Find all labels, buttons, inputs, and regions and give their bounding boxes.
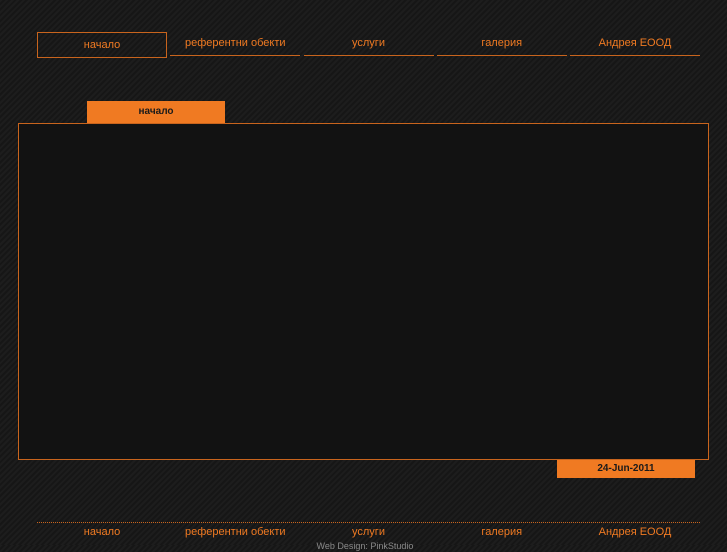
page-title-tab: начало [87, 101, 225, 123]
footer-item-home[interactable]: начало [37, 524, 167, 540]
nav-item-gallery[interactable]: галерия [436, 32, 567, 56]
nav-item-home[interactable]: начало [37, 32, 167, 58]
footer-item-services[interactable]: услуги [304, 524, 434, 540]
design-credit-link[interactable]: Web Design: PinkStudio [280, 540, 450, 552]
footer-item-references[interactable]: референтни обекти [170, 524, 300, 540]
top-navigation: начало референтни обекти услуги галерия … [37, 32, 700, 58]
footer-divider [37, 522, 700, 523]
nav-item-company[interactable]: Андрея ЕООД [570, 32, 700, 56]
footer-item-company[interactable]: Андрея ЕООД [570, 524, 700, 540]
date-badge: 24-Jun-2011 [557, 460, 695, 478]
content-panel [18, 123, 709, 460]
nav-item-services[interactable]: услуги [303, 32, 434, 56]
footer-navigation: начало референтни обекти услуги галерия … [37, 524, 700, 540]
nav-item-references[interactable]: референтни обекти [170, 32, 301, 56]
footer-item-gallery[interactable]: галерия [437, 524, 567, 540]
